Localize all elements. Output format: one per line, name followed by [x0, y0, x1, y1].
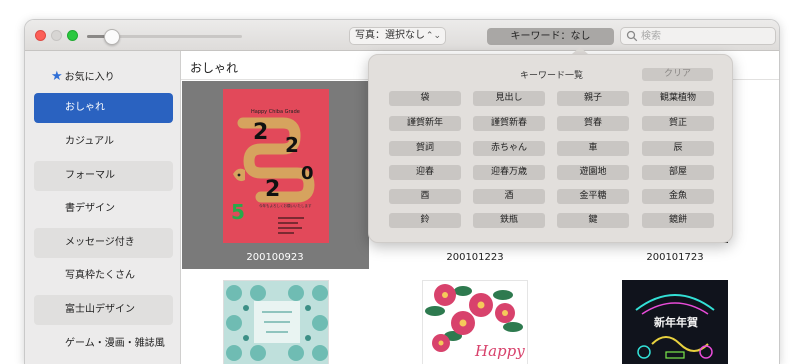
sidebar-favorites-label: お気に入り: [64, 72, 115, 83]
close-button[interactable]: [35, 30, 46, 41]
snake-digit-1: 2: [253, 120, 268, 145]
keyword-tag[interactable]: 金魚: [642, 189, 714, 204]
sidebar-item-calligraphy[interactable]: 書デザイン: [34, 194, 173, 224]
sidebar: ★ お気に入り おしゃれ カジュアル フォーマル 書デザイン メッセージ付き 写真…: [25, 51, 181, 364]
keyword-tag[interactable]: 鈴: [389, 213, 461, 228]
card-happy-text: Happy: [474, 342, 525, 360]
snake-digit-3: 2: [265, 177, 280, 202]
keyword-tag[interactable]: 賀正: [642, 116, 714, 131]
keyword-tag[interactable]: 親子: [557, 91, 629, 106]
search-icon: [626, 30, 638, 42]
keyword-tag[interactable]: 鏡餅: [642, 213, 714, 228]
keyword-tag[interactable]: 袋: [389, 91, 461, 106]
keyword-tag[interactable]: 辰: [642, 141, 714, 156]
keyword-tag[interactable]: 賀春: [557, 116, 629, 131]
thumbnail-label-2: 200101223: [446, 252, 504, 263]
thumbnail-card-5[interactable]: Happy: [422, 280, 528, 364]
thumbnail-card-4[interactable]: [223, 280, 329, 364]
sidebar-item-game-manga[interactable]: ゲーム・漫画・雑誌風: [34, 329, 173, 359]
page-title: おしゃれ: [190, 61, 239, 75]
keyword-tag[interactable]: 見出し: [473, 91, 545, 106]
thumbnail-label-3: 200101723: [646, 252, 704, 263]
card-message-text: 今年もよろしくお願いいたします: [259, 203, 312, 208]
camellia-card-image: Happy: [423, 281, 527, 364]
card-header-text: Happy Chiba Grade: [251, 109, 300, 115]
star-icon: ★: [51, 69, 63, 84]
snake-digit-2: 2: [285, 133, 299, 157]
zoom-slider-knob[interactable]: [103, 29, 120, 45]
thumbnail-card-6[interactable]: 新年年賀: [622, 280, 728, 364]
snake-digit-4: 0: [301, 163, 314, 184]
search-input[interactable]: [641, 29, 771, 43]
clear-button[interactable]: クリア: [642, 68, 713, 81]
keyword-tag[interactable]: 謹賀新春: [473, 116, 545, 131]
keyword-tag[interactable]: 部屋: [642, 165, 714, 180]
neon-card-image: 新年年賀: [622, 280, 728, 364]
keyword-tag[interactable]: 賀詞: [389, 141, 461, 156]
snake-card-image: Happy Chiba Grade 2 2 2 5 0 今年もよろしくお願いいた…: [223, 89, 329, 243]
updown-arrows-icon: ⌃⌄: [425, 31, 441, 41]
sidebar-item-formal[interactable]: フォーマル: [34, 161, 173, 191]
keyword-tag[interactable]: 迎春: [389, 165, 461, 180]
pattern-card-image: [224, 281, 328, 364]
toolbar: 写真：選択なし ⌃⌄ キーワード：なし: [25, 20, 779, 51]
sidebar-item-photo-frames[interactable]: 写真枠たくさん: [34, 261, 173, 291]
sidebar-item-message[interactable]: メッセージ付き: [34, 228, 173, 258]
keyword-tag[interactable]: 鍵: [557, 213, 629, 228]
keyword-tag[interactable]: 酉: [389, 189, 461, 204]
sidebar-item-casual[interactable]: カジュアル: [34, 127, 173, 157]
popover-arrow: [572, 47, 588, 54]
keyword-tag[interactable]: 迎春万歳: [473, 165, 545, 180]
search-field[interactable]: [620, 27, 776, 45]
keyword-tag[interactable]: 遊園地: [557, 165, 629, 180]
app-window: 写真：選択なし ⌃⌄ キーワード：なし ★お気に入り おしゃれ カジュアル フォ…: [24, 19, 780, 364]
keyword-tag[interactable]: 金平糖: [557, 189, 629, 204]
keyword-tag[interactable]: 観葉植物: [642, 91, 714, 106]
snake-digit-green: 5: [231, 200, 245, 224]
keyword-popover: キーワード一覧 クリア 袋見出し 親子 観葉植物 謹賀新年 謹賀新春 賀春 賀正 賀詞 赤ちゃん…: [368, 54, 733, 243]
keyword-tag[interactable]: 酒: [473, 189, 545, 204]
thumbnail-card-200100923[interactable]: Happy Chiba Grade 2 2 2 5 0 今年もよろしくお願いいた…: [223, 89, 329, 243]
card-neon-text: 新年年賀: [654, 315, 698, 329]
minimize-button[interactable]: [51, 30, 62, 41]
zoom-button[interactable]: [67, 30, 78, 41]
keyword-tag[interactable]: 鉄瓶: [473, 213, 545, 228]
photo-filter-select[interactable]: 写真：選択なし ⌃⌄: [349, 27, 446, 45]
sidebar-favorites[interactable]: ★ お気に入り: [51, 68, 115, 84]
thumbnail-label-1: 200100923: [246, 252, 304, 263]
sidebar-item-fuji[interactable]: 富士山デザイン: [34, 295, 173, 325]
sidebar-item-oshare[interactable]: おしゃれ: [34, 93, 173, 123]
keyword-filter-button[interactable]: キーワード：なし: [487, 28, 614, 45]
photo-filter-label: 写真：選択なし: [355, 30, 425, 41]
keyword-tag[interactable]: 赤ちゃん: [473, 141, 545, 156]
keyword-tag[interactable]: 謹賀新年: [389, 116, 461, 131]
keyword-tag[interactable]: 車: [557, 141, 629, 156]
